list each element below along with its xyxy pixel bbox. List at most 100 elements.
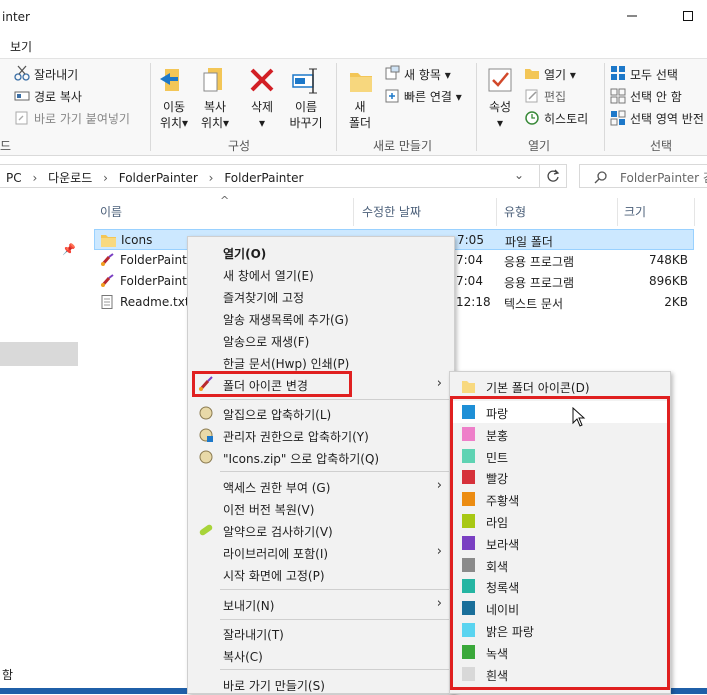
pin-icon[interactable]: 📌 (62, 243, 76, 256)
rename-button[interactable]: 이름 바꾸기 (286, 63, 326, 133)
breadcrumb-folderpainter[interactable]: FolderPainter (119, 171, 198, 185)
paint-brush-app-icon (100, 274, 114, 287)
delete-button[interactable]: 삭제 ▾ (244, 63, 280, 133)
refresh-button[interactable] (539, 164, 567, 188)
submenu-arrow-icon: › (436, 596, 442, 611)
minimize-button[interactable] (620, 6, 644, 26)
breadcrumb-folderpainter-sub[interactable]: FolderPainter (224, 171, 303, 185)
breadcrumb: PC › 다운로드 › FolderPainter › FolderPainte… (6, 169, 303, 186)
ribbon-tab-row: 보기 (0, 34, 707, 58)
sort-up-icon: ^ (220, 194, 230, 207)
column-size[interactable]: 크기 (624, 203, 646, 220)
file-name: FolderPainte (120, 253, 195, 267)
properties-label: 속성 ▾ (488, 100, 512, 130)
status-text: 함 (2, 668, 14, 682)
invert-selection-icon (610, 110, 626, 126)
menu-item-alyac-scan[interactable]: 알약으로 검사하기(V) (188, 519, 454, 541)
menu-item-hwp-print[interactable]: 한글 문서(Hwp) 인쇄(P) (188, 351, 454, 373)
highlight-box (450, 396, 670, 690)
column-type[interactable]: 유형 (504, 203, 526, 220)
menu-item-open[interactable]: 열기(O) (188, 241, 454, 263)
address-dropdown-icon[interactable]: ⌄ (514, 168, 524, 182)
column-separator[interactable] (496, 198, 497, 226)
nav-selected-item[interactable] (0, 342, 78, 366)
menu-separator (220, 619, 452, 620)
file-size: 896KB (648, 274, 688, 288)
menu-item-copy[interactable]: 복사(C) (188, 644, 454, 666)
menu-item-cut[interactable]: 잘라내기(T) (188, 622, 454, 644)
menu-item-restore-versions[interactable]: 이전 버전 복원(V) (188, 497, 454, 519)
file-size: 2KB (664, 295, 688, 309)
submenu-arrow-icon: › (436, 376, 442, 391)
paste-shortcut-label: 바로 가기 붙여넣기 (34, 112, 130, 126)
menu-separator (220, 669, 452, 670)
minimize-icon (627, 15, 637, 17)
move-to-button[interactable]: 이동 위치▾ (156, 63, 192, 133)
refresh-icon (547, 169, 560, 182)
submenu-arrow-icon: › (436, 478, 442, 493)
chevron-right-icon: › (32, 171, 38, 185)
select-all-icon (611, 66, 625, 80)
easy-access-label: 빠른 연결 ▾ (404, 90, 462, 104)
column-separator[interactable] (353, 198, 354, 226)
file-date: 7:04 (456, 274, 483, 288)
menu-item-open-new-window[interactable]: 새 창에서 열기(E) (188, 263, 454, 285)
column-name[interactable]: 이름 (100, 203, 122, 220)
group-caption-organize: 구성 (228, 139, 251, 153)
chevron-right-icon: › (103, 171, 108, 185)
copy-to-button[interactable]: 복사 위치▾ (196, 63, 234, 133)
file-date: 12:18 (456, 295, 491, 309)
ribbon: 잘라내기 경로 복사 바로 가기 붙여넣기 드 이동 위치▾ 복사 위치▾ 삭제 ▾ (0, 58, 707, 156)
alzip-icon (199, 450, 213, 464)
submenu-arrow-icon: › (436, 544, 442, 559)
delete-label: 삭제 ▾ (250, 100, 274, 130)
mouse-cursor-icon (572, 407, 586, 427)
file-type: 파일 폴더 (505, 235, 553, 249)
menu-item-pin-quick-access[interactable]: 즐겨찾기에 고정 (188, 285, 454, 307)
menu-separator (220, 589, 452, 590)
submenu-item-default-icon[interactable]: 기본 폴더 아이콘(D) (450, 375, 670, 397)
ribbon-separator (150, 63, 151, 151)
properties-button[interactable]: 속성 ▾ (482, 63, 518, 133)
new-item-icon (385, 65, 400, 80)
context-menu: 열기(O) 새 창에서 열기(E) 즐겨찾기에 고정 알송 재생목록에 추가(G… (187, 236, 455, 694)
file-date: 7:04 (456, 253, 483, 267)
ribbon-separator (604, 63, 605, 151)
menu-item-create-shortcut[interactable]: 바로 가기 만들기(S) (188, 673, 454, 695)
search-box[interactable]: FolderPainter 검 (579, 164, 707, 188)
text-file-icon (101, 295, 113, 309)
menu-item-send-to[interactable]: 보내기(N) › (188, 593, 454, 615)
window-title: inter (2, 10, 30, 24)
menu-item-give-access[interactable]: 액세스 권한 부여 (G) › (188, 475, 454, 497)
copy-to-icon (203, 68, 222, 92)
menu-item-alzip-compress[interactable]: 알집으로 압축하기(L) (188, 402, 454, 424)
column-separator[interactable] (617, 198, 618, 226)
copy-path-icon (14, 91, 30, 101)
menu-item-alsong-play[interactable]: 알송으로 재생(F) (188, 329, 454, 351)
menu-item-include-library[interactable]: 라이브러리에 포함(I) › (188, 541, 454, 563)
file-name: FolderPainte (120, 274, 195, 288)
menu-item-compress-zip[interactable]: "Icons.zip" 으로 압축하기(Q) (188, 446, 454, 468)
menu-item-alsong-add[interactable]: 알송 재생목록에 추가(G) (188, 307, 454, 329)
search-icon (594, 171, 607, 184)
breadcrumb-downloads[interactable]: 다운로드 (48, 171, 92, 185)
menu-separator (220, 399, 452, 400)
copy-to-label: 복사 위치▾ (200, 100, 230, 130)
column-modified[interactable]: 수정한 날짜 (362, 203, 421, 220)
breadcrumb-pc[interactable]: PC (6, 171, 22, 185)
tab-view[interactable]: 보기 (10, 38, 32, 55)
default-folder-icon (462, 381, 475, 393)
search-placeholder: FolderPainter 검 (620, 171, 707, 185)
properties-check-icon (488, 68, 512, 92)
select-none-label: 선택 안 함 (630, 90, 682, 104)
menu-item-pin-start[interactable]: 시작 화면에 고정(P) (188, 563, 454, 585)
menu-item-admin-compress[interactable]: 관리자 권한으로 압축하기(Y) (188, 424, 454, 446)
new-folder-button[interactable]: 새 폴더 (342, 63, 378, 133)
group-caption-new: 새로 만들기 (373, 139, 433, 153)
maximize-icon (683, 11, 693, 21)
pill-icon (199, 524, 213, 536)
address-bar[interactable]: PC › 다운로드 › FolderPainter › FolderPainte… (0, 164, 540, 188)
delete-x-icon (250, 68, 274, 92)
maximize-button[interactable] (676, 6, 700, 26)
column-separator[interactable] (694, 198, 695, 226)
